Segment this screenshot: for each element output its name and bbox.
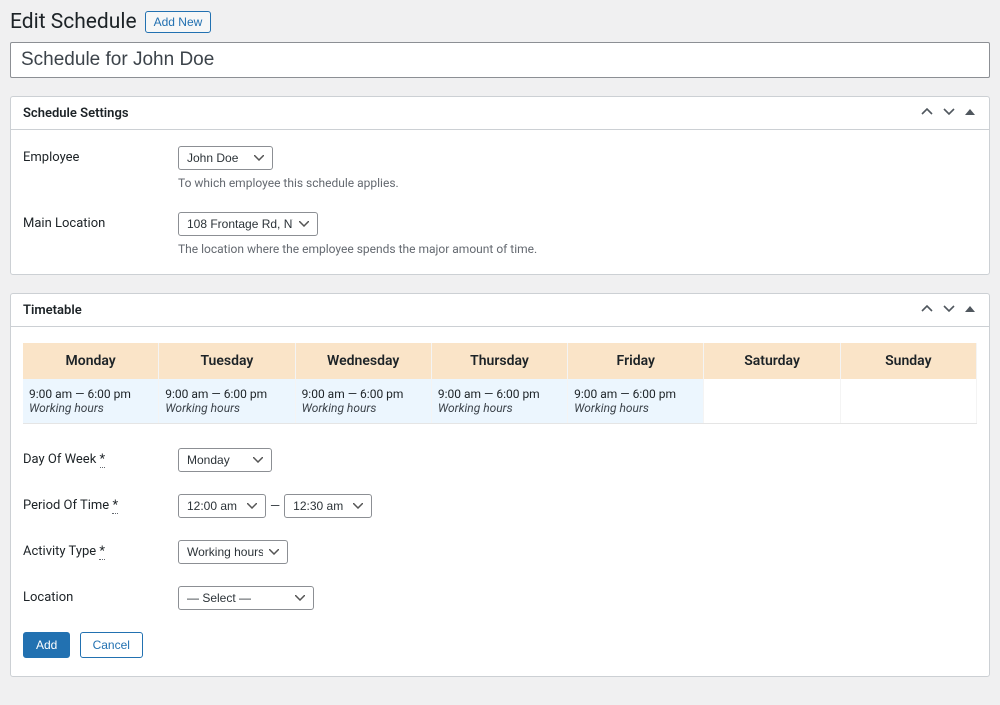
cell-activity: Working hours (29, 401, 152, 415)
timetable-grid: Monday Tuesday Wednesday Thursday Friday… (23, 343, 977, 424)
panel-toggle-icon[interactable] (963, 105, 977, 121)
cell-hours: 9:00 am — 6:00 pm (438, 387, 561, 401)
day-header: Thursday (432, 343, 568, 379)
panel-toggle-icon[interactable] (963, 302, 977, 318)
panel-down-icon[interactable] (941, 105, 957, 121)
period-dash: — (270, 499, 280, 514)
main-location-label: Main Location (23, 212, 178, 231)
period-of-time-label: Period Of Time * (23, 494, 178, 513)
panel-down-icon[interactable] (941, 302, 957, 318)
employee-select[interactable]: John Doe (178, 146, 273, 170)
day-header: Saturday (704, 343, 840, 379)
activity-type-label: Activity Type * (23, 540, 178, 559)
day-header: Friday (568, 343, 704, 379)
cell-hours: 9:00 am — 6:00 pm (574, 387, 697, 401)
day-header: Wednesday (296, 343, 432, 379)
panel-up-icon[interactable] (919, 105, 935, 121)
location-label: Location (23, 586, 178, 605)
page-title: Edit Schedule (10, 10, 137, 34)
cell-activity: Working hours (438, 401, 561, 415)
timetable-cell-empty[interactable] (704, 379, 840, 423)
main-location-help: The location where the employee spends t… (178, 242, 977, 256)
timetable-cell[interactable]: 9:00 am — 6:00 pm Working hours (159, 379, 295, 423)
employee-label: Employee (23, 146, 178, 165)
day-header: Tuesday (159, 343, 295, 379)
location-select[interactable]: — Select — (178, 586, 314, 610)
cancel-button[interactable]: Cancel (80, 632, 143, 658)
activity-type-select[interactable]: Working hours (178, 540, 288, 564)
timetable-cell[interactable]: 9:00 am — 6:00 pm Working hours (432, 379, 568, 423)
schedule-settings-panel: Schedule Settings Employee John Doe To w… (10, 96, 990, 275)
add-button[interactable]: Add (23, 632, 70, 658)
panel-heading-settings: Schedule Settings (23, 106, 129, 121)
day-header: Monday (23, 343, 159, 379)
cell-hours: 9:00 am — 6:00 pm (29, 387, 152, 401)
cell-activity: Working hours (302, 401, 425, 415)
timetable-cell[interactable]: 9:00 am — 6:00 pm Working hours (568, 379, 704, 423)
cell-hours: 9:00 am — 6:00 pm (302, 387, 425, 401)
cell-activity: Working hours (165, 401, 288, 415)
add-new-button[interactable]: Add New (145, 11, 212, 33)
panel-heading-timetable: Timetable (23, 303, 82, 318)
schedule-title-input[interactable] (10, 42, 990, 78)
employee-help: To which employee this schedule applies. (178, 176, 977, 190)
cell-hours: 9:00 am — 6:00 pm (165, 387, 288, 401)
timetable-cell[interactable]: 9:00 am — 6:00 pm Working hours (296, 379, 432, 423)
cell-activity: Working hours (574, 401, 697, 415)
period-from-select[interactable]: 12:00 am (178, 494, 266, 518)
timetable-panel: Timetable Monday Tuesday Wednesday Thurs… (10, 293, 990, 677)
day-header: Sunday (841, 343, 977, 379)
day-of-week-select[interactable]: Monday (178, 448, 272, 472)
day-of-week-label: Day Of Week * (23, 448, 178, 467)
panel-up-icon[interactable] (919, 302, 935, 318)
main-location-select[interactable]: 108 Frontage Rd, NY (178, 212, 318, 236)
timetable-cell[interactable]: 9:00 am — 6:00 pm Working hours (23, 379, 159, 423)
timetable-cell-empty[interactable] (841, 379, 977, 423)
period-to-select[interactable]: 12:30 am (284, 494, 372, 518)
